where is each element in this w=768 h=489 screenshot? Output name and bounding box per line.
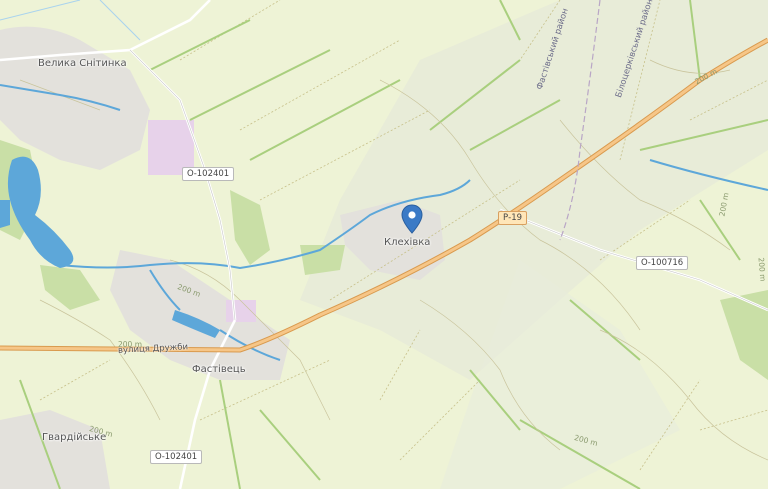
road-shield-o102401-bottom: О-102401 [150,450,203,464]
place-label-klekhivka: Клехівка [384,237,431,248]
map-view[interactable]: Велика Снітинка Клехівка Фастівець Гвард… [0,0,768,489]
road-shield-o102401-top: О-102401 [182,167,235,181]
place-label-velyka-snitynka: Велика Снітинка [38,58,127,69]
road-shield-o100716: О-100716 [636,256,689,270]
map-pin-icon[interactable] [401,204,423,234]
place-label-fastivets: Фастівець [192,364,246,375]
contour-label: 200 m [118,340,143,349]
road-shield-p19: Р-19 [498,211,528,225]
